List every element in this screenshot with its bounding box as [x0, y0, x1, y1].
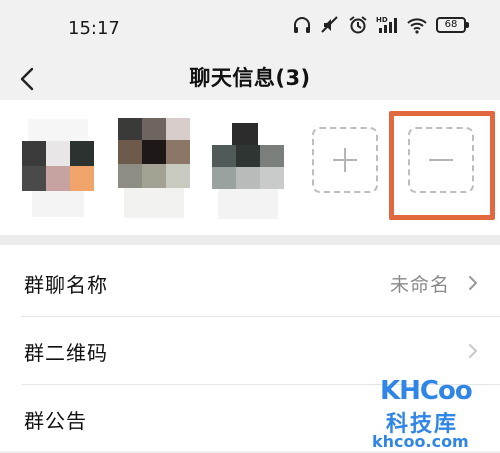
section-divider [0, 235, 500, 245]
chevron-right-icon [469, 276, 477, 290]
alarm-icon [349, 16, 367, 34]
headphones-icon [294, 17, 310, 33]
member-avatar-2[interactable] [118, 115, 190, 225]
chevron-right-icon [469, 344, 477, 358]
watermark: KHCoo 科技库 khcoo.com [362, 376, 494, 451]
row-label: 群聊名称 [24, 273, 108, 297]
member-avatar-1[interactable] [22, 115, 94, 225]
svg-text:HD: HD [376, 16, 388, 24]
hd-signal-icon: HD [376, 16, 397, 33]
watermark-logo: KHCoo [380, 376, 473, 406]
status-bar: 15:17 HD 68 [0, 0, 500, 56]
settings-row-group-name[interactable]: 群聊名称 未命名 [0, 249, 500, 317]
settings-row-qr-code[interactable]: 群二维码 [0, 317, 500, 385]
member-grid [0, 100, 500, 235]
add-member-button[interactable] [312, 127, 378, 193]
page-title: 聊天信息(3) [189, 66, 311, 90]
highlight-box [389, 111, 495, 220]
watermark-url: khcoo.com [372, 432, 469, 451]
battery-icon: 68 [436, 17, 469, 33]
row-label: 群公告 [24, 409, 87, 433]
watermark-logo-text: KHCoo [380, 376, 473, 406]
member-avatar-3[interactable] [212, 115, 284, 225]
row-label: 群二维码 [24, 341, 108, 365]
status-icons: HD 68 [292, 15, 469, 35]
mute-icon [321, 16, 338, 33]
row-value: 未命名 [389, 274, 450, 296]
plus-icon [333, 148, 357, 172]
status-time: 15:17 [68, 18, 120, 39]
wifi-icon [407, 18, 427, 34]
nav-bar: 聊天信息(3) [0, 56, 500, 100]
